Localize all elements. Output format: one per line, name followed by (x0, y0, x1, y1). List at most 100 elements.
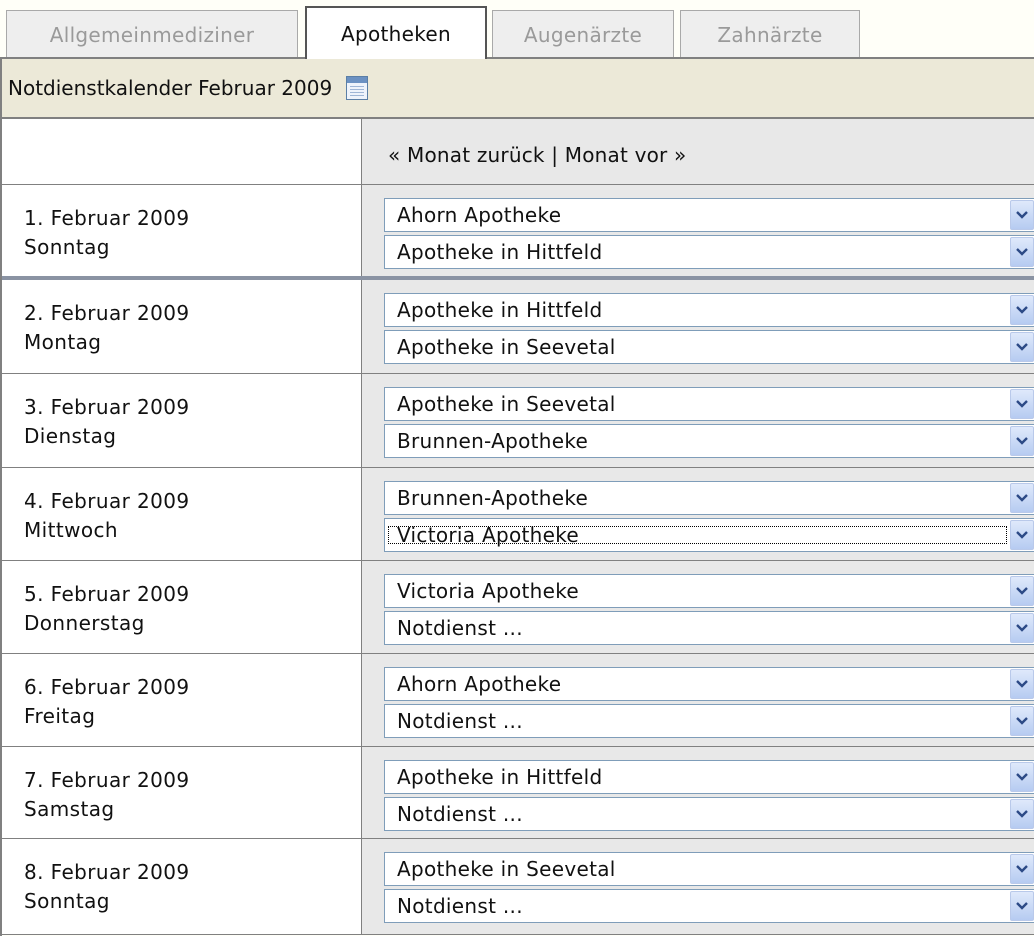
chevron-down-icon (1016, 624, 1028, 632)
select-value: Notdienst ... (397, 894, 523, 918)
tab-apotheken[interactable]: Apotheken (305, 6, 487, 59)
calendar-icon[interactable] (346, 76, 369, 100)
day-label-cell: 2. Februar 2009 Montag (2, 280, 362, 373)
day-weekday: Montag (24, 330, 102, 354)
chevron-down-icon (1016, 902, 1028, 910)
pharmacy-select-secondary[interactable]: Victoria Apotheke (384, 518, 1034, 552)
dropdown-button[interactable] (1010, 854, 1034, 884)
day-slots-cell: Apotheke in Hittfeld Notdienst ... (362, 747, 1034, 838)
day-weekday: Samstag (24, 797, 115, 821)
day-date: 1. Februar 2009 (24, 206, 190, 230)
pharmacy-select-primary[interactable]: Apotheke in Seevetal (384, 387, 1034, 421)
dropdown-button[interactable] (1010, 426, 1034, 456)
dropdown-button[interactable] (1010, 799, 1034, 829)
pharmacy-select-secondary[interactable]: Notdienst ... (384, 611, 1034, 645)
select-value: Apotheke in Hittfeld (397, 298, 603, 322)
dropdown-button[interactable] (1010, 891, 1034, 921)
tab-augenaerzte[interactable]: Augenärzte (492, 10, 674, 58)
day-date: 2. Februar 2009 (24, 301, 190, 325)
select-value: Notdienst ... (397, 616, 523, 640)
day-row: 3. Februar 2009 Dienstag Apotheke in Seeve… (2, 374, 1034, 468)
dropdown-button[interactable] (1010, 200, 1034, 230)
day-slots-cell: Victoria Apotheke Notdienst ... (362, 561, 1034, 653)
page-title: Notdienstkalender Februar 2009 (8, 76, 333, 100)
pharmacy-select-secondary[interactable]: Notdienst ... (384, 889, 1034, 923)
pharmacy-select-primary[interactable]: Apotheke in Seevetal (384, 852, 1034, 886)
day-date: 7. Februar 2009 (24, 768, 190, 792)
dropdown-button[interactable] (1010, 295, 1034, 325)
day-weekday: Dienstag (24, 424, 117, 448)
select-value: Brunnen-Apotheke (397, 429, 589, 453)
dropdown-button[interactable] (1010, 576, 1034, 606)
pharmacy-select-primary[interactable]: Brunnen-Apotheke (384, 481, 1034, 515)
day-slots-cell: Apotheke in Seevetal Notdienst ... (362, 839, 1034, 934)
dropdown-button[interactable] (1010, 332, 1034, 362)
day-label-cell: 1. Februar 2009 Sonntag (2, 185, 362, 276)
day-weekday: Freitag (24, 704, 96, 728)
day-row: 1. Februar 2009 Sonntag Ahorn Apotheke Apot… (2, 185, 1034, 280)
day-label-cell: 8. Februar 2009 Sonntag (2, 839, 362, 934)
select-value: Victoria Apotheke (397, 579, 579, 603)
pharmacy-select-primary[interactable]: Victoria Apotheke (384, 574, 1034, 608)
pharmacy-select-secondary[interactable]: Notdienst ... (384, 704, 1034, 738)
day-slots-cell: Brunnen-Apotheke Victoria Apotheke (362, 468, 1034, 560)
dropdown-button[interactable] (1010, 706, 1034, 736)
day-row: 5. Februar 2009 Donnerstag Victoria Apothe… (2, 561, 1034, 654)
dropdown-button[interactable] (1010, 237, 1034, 267)
month-nav-row: « Monat zurück | Monat vor » (2, 119, 1034, 185)
day-date: 8. Februar 2009 (24, 860, 190, 884)
next-month-link[interactable]: Monat vor » (565, 143, 687, 167)
dropdown-button[interactable] (1010, 762, 1034, 792)
pharmacy-select-secondary[interactable]: Notdienst ... (384, 797, 1034, 831)
pharmacy-select-secondary[interactable]: Apotheke in Hittfeld (384, 235, 1034, 269)
pharmacy-select-primary[interactable]: Ahorn Apotheke (384, 667, 1034, 701)
dropdown-button[interactable] (1010, 613, 1034, 643)
chevron-down-icon (1016, 400, 1028, 408)
calendar-header: Notdienstkalender Februar 2009 (2, 59, 1034, 119)
nav-separator: | (551, 143, 559, 167)
select-value: Ahorn Apotheke (397, 203, 562, 227)
dropdown-button[interactable] (1010, 669, 1034, 699)
tab-zahnaerzte[interactable]: Zahnärzte (680, 10, 860, 58)
day-slots-cell: Ahorn Apotheke Notdienst ... (362, 654, 1034, 746)
chevron-down-icon (1016, 680, 1028, 688)
dropdown-button[interactable] (1010, 483, 1034, 513)
chevron-down-icon (1016, 810, 1028, 818)
pharmacy-select-secondary[interactable]: Brunnen-Apotheke (384, 424, 1034, 458)
select-value: Apotheke in Seevetal (397, 857, 616, 881)
prev-month-link[interactable]: « Monat zurück (388, 143, 545, 167)
select-value: Notdienst ... (397, 802, 523, 826)
day-label-cell: 5. Februar 2009 Donnerstag (2, 561, 362, 653)
day-row: 8. Februar 2009 Sonntag Apotheke in Seevet… (2, 839, 1034, 935)
select-value: Victoria Apotheke (385, 523, 1010, 547)
dropdown-button[interactable] (1010, 520, 1034, 550)
select-value: Brunnen-Apotheke (397, 486, 589, 510)
select-value: Apotheke in Hittfeld (397, 765, 603, 789)
day-label-cell: 3. Februar 2009 Dienstag (2, 374, 362, 467)
select-value: Apotheke in Seevetal (397, 335, 616, 359)
pharmacy-select-primary[interactable]: Apotheke in Hittfeld (384, 293, 1034, 327)
day-date: 4. Februar 2009 (24, 489, 190, 513)
empty-cell (2, 119, 362, 184)
day-date: 6. Februar 2009 (24, 675, 190, 699)
dropdown-button[interactable] (1010, 389, 1034, 419)
select-value: Apotheke in Hittfeld (397, 240, 603, 264)
pharmacy-select-primary[interactable]: Apotheke in Hittfeld (384, 760, 1034, 794)
day-date: 3. Februar 2009 (24, 395, 190, 419)
day-row: 2. Februar 2009 Montag Apotheke in Hittfel… (2, 280, 1034, 374)
tab-allgemeinmediziner[interactable]: Allgemeinmediziner (6, 10, 298, 58)
day-slots-cell: Apotheke in Seevetal Brunnen-Apotheke (362, 374, 1034, 467)
day-date: 5. Februar 2009 (24, 582, 190, 606)
calendar-panel: Notdienstkalender Februar 2009 « Monat z… (0, 57, 1034, 936)
pharmacy-select-primary[interactable]: Ahorn Apotheke (384, 198, 1034, 232)
chevron-down-icon (1016, 865, 1028, 873)
chevron-down-icon (1016, 717, 1028, 725)
day-weekday: Sonntag (24, 889, 110, 913)
chevron-down-icon (1016, 587, 1028, 595)
select-value: Ahorn Apotheke (397, 672, 562, 696)
chevron-down-icon (1016, 437, 1028, 445)
select-value: Notdienst ... (397, 709, 523, 733)
day-slots-cell: Ahorn Apotheke Apotheke in Hittfeld (362, 185, 1034, 276)
chevron-down-icon (1016, 343, 1028, 351)
pharmacy-select-secondary[interactable]: Apotheke in Seevetal (384, 330, 1034, 364)
